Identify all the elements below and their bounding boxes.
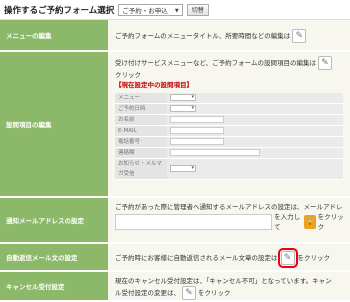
page-header: 操作するご予約フォーム選択 ご予約・お申込 ▼ 切替 bbox=[0, 0, 350, 20]
page-title: 操作するご予約フォーム選択 bbox=[4, 5, 115, 16]
menu-text: ご予約フォームのメニュータイトル、所要時間などの編集は bbox=[115, 31, 291, 40]
pencil-icon: ✎ bbox=[283, 252, 292, 263]
notify-text: ご予約があった際に管理者へ通知するメールアドレスの設定は、メールアドレ bbox=[115, 203, 343, 211]
table-row: 連絡欄 bbox=[115, 147, 343, 159]
table-row: E-MAIL bbox=[115, 125, 343, 137]
field-key: お名前 bbox=[115, 114, 167, 126]
current-fields-table: メニュー ご予約日時 お名前 E-MAIL 電話番号 連絡欄 bbox=[115, 92, 343, 180]
menu-row: メニューの編集 ご予約フォームのメニュータイトル、所要時間などの編集は ✎ bbox=[0, 20, 350, 52]
cancel-text-b: ル受付設定の変更は、 bbox=[115, 289, 180, 297]
auto-reply-text: ご予約時にお客様に自動返信されるメール文章の設定は bbox=[115, 253, 278, 262]
field-key: 連絡欄 bbox=[115, 147, 167, 159]
field-key: ご予約日時 bbox=[115, 103, 167, 115]
notify-text-b: を入力して bbox=[274, 213, 301, 231]
field-key: E-MAIL bbox=[115, 125, 167, 137]
form-select[interactable]: ご予約・お申込 ▼ bbox=[118, 3, 183, 16]
settings-label: 設問項目の編集 bbox=[0, 52, 108, 196]
settings-text-b: クリック bbox=[115, 71, 141, 79]
field-preview-select bbox=[170, 92, 196, 102]
notify-row: 通知メールアドレスの設定 ご予約があった際に管理者へ通知するメールアドレスの設定… bbox=[0, 198, 350, 244]
field-preview-select bbox=[170, 163, 196, 173]
current-fields-heading: 【現在設定中の設問項目】 bbox=[115, 81, 193, 89]
field-preview-input bbox=[170, 149, 260, 156]
chevron-down-icon: ▼ bbox=[174, 7, 179, 14]
auto-reply-row: 自動返信メール文の設定 ご予約時にお客様に自動返信されるメール文章の設定は ✎ … bbox=[0, 244, 350, 272]
pencil-icon: ✎ bbox=[321, 58, 329, 68]
table-row: ご予約日時 bbox=[115, 103, 343, 115]
field-preview-select bbox=[170, 103, 196, 113]
field-preview-input bbox=[170, 138, 224, 145]
lock-icon: 🔒 bbox=[305, 217, 315, 226]
auto-reply-click-text: をクリック bbox=[297, 253, 331, 262]
auto-reply-edit-button[interactable]: ✎ bbox=[277, 247, 298, 268]
auto-reply-label: 自動返信メール文の設定 bbox=[0, 244, 108, 270]
switch-button[interactable]: 切替 bbox=[186, 3, 209, 16]
cancel-label: キャンセル受付設定 bbox=[0, 272, 108, 300]
field-preview-input bbox=[170, 127, 224, 134]
table-row: お名前 bbox=[115, 114, 343, 126]
field-key: お知らせ・メルマガ受信 bbox=[115, 158, 167, 180]
table-row: お知らせ・メルマガ受信 bbox=[115, 158, 343, 180]
notify-email-input[interactable] bbox=[115, 214, 273, 230]
table-row: メニュー bbox=[115, 92, 343, 104]
field-preview-input bbox=[170, 116, 224, 123]
lock-button[interactable]: 🔒 bbox=[304, 215, 316, 229]
menu-label: メニューの編集 bbox=[0, 20, 108, 50]
notify-label: 通知メールアドレスの設定 bbox=[0, 198, 108, 242]
pencil-icon: ✎ bbox=[295, 30, 304, 41]
settings-text-a: 受け付けサービスメニューなど、ご予約フォームの設問項目の編集は bbox=[115, 59, 316, 67]
cancel-text-a: 現在のキャンセル受付設定は、「キャンセル不可」となっています。キャン bbox=[115, 277, 332, 285]
notify-click-text: をクリック bbox=[317, 213, 344, 231]
cancel-row: キャンセル受付設定 現在のキャンセル受付設定は、「キャンセル不可」となっています… bbox=[0, 272, 350, 302]
pencil-icon: ✎ bbox=[185, 288, 193, 298]
field-key: メニュー bbox=[115, 93, 167, 104]
field-key: 電話番号 bbox=[115, 136, 167, 148]
settings-edit-button[interactable]: ✎ bbox=[318, 56, 333, 70]
menu-edit-button[interactable]: ✎ bbox=[292, 28, 307, 43]
cancel-click-text: をクリック bbox=[198, 289, 231, 297]
settings-row: 設問項目の編集 受け付けサービスメニューなど、ご予約フォームの設問項目の編集は … bbox=[0, 52, 350, 198]
cancel-edit-button[interactable]: ✎ bbox=[182, 286, 196, 300]
form-select-value: ご予約・お申込 bbox=[122, 6, 168, 15]
table-row: 電話番号 bbox=[115, 136, 343, 148]
